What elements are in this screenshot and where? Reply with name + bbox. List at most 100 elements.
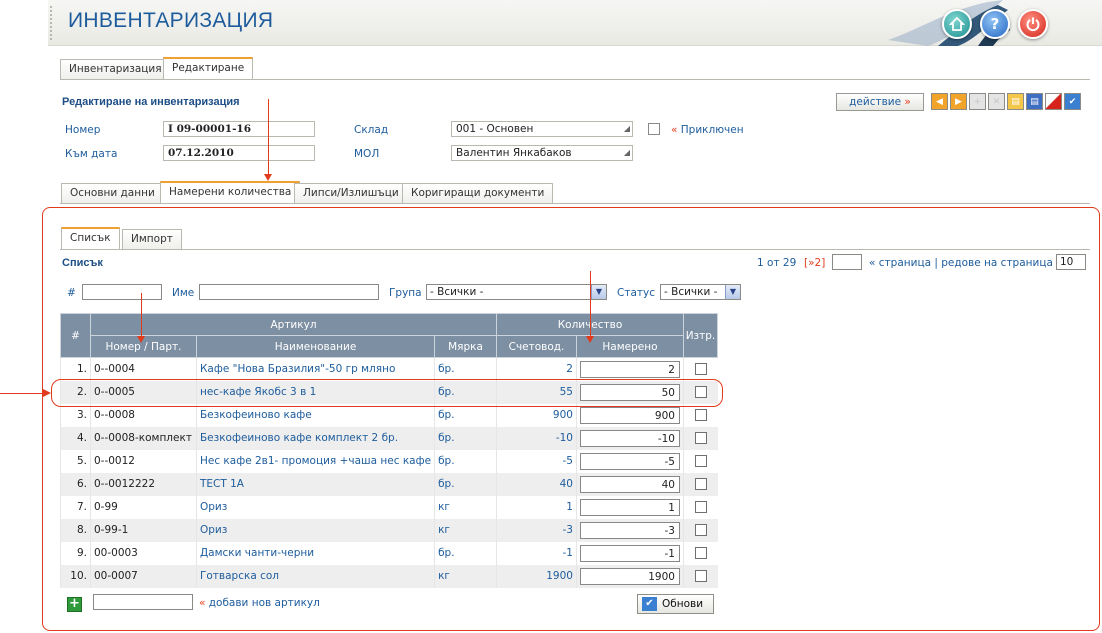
row-index: 9. — [60, 541, 91, 565]
delete-checkbox[interactable] — [694, 455, 707, 467]
number-field[interactable]: I 09-00001-16 — [163, 121, 315, 137]
row-name[interactable]: ТЕСТ 1А — [195, 472, 435, 496]
date-field[interactable]: 07.12.2010 — [163, 145, 315, 161]
tab-correcting-docs[interactable]: Коригиращи документи — [402, 183, 554, 204]
add-article-link[interactable]: « добави нов артикул — [199, 597, 320, 609]
tab-divider — [60, 79, 1090, 80]
row-unit: бр. — [434, 426, 497, 450]
row-delete-cell — [682, 518, 718, 542]
power-button[interactable] — [1018, 9, 1048, 39]
found-quantity-input[interactable]: 1900 — [579, 567, 680, 585]
annotation-arrowhead-number — [137, 336, 145, 343]
row-unit: бр. — [434, 449, 497, 473]
delete-icon[interactable]: ✕ — [988, 93, 1005, 110]
row-index: 5. — [60, 449, 91, 473]
cancel-icon[interactable] — [1045, 93, 1062, 110]
row-unit: кг — [434, 518, 497, 542]
found-quantity-input[interactable]: -1 — [579, 544, 680, 562]
table-row: 5. 0--0012 Нес кафе 2в1- промоция +чаша не… — [60, 449, 718, 473]
found-quantity-input[interactable]: -10 — [579, 429, 680, 447]
closed-link[interactable]: « Приключен — [671, 124, 744, 136]
print-icon[interactable]: ▤ — [1026, 93, 1043, 110]
col-group-article: Артикул — [89, 313, 498, 336]
tab-import[interactable]: Импорт — [122, 229, 182, 250]
table-row: 4. 0--0008-комплект Безкофеиново кафе комп… — [60, 426, 718, 450]
status-select[interactable]: - Всички - ▼ — [660, 284, 741, 300]
tab-edit[interactable]: Редактиране — [163, 57, 254, 80]
delete-checkbox[interactable] — [694, 524, 707, 536]
filter-status-label: Статус — [617, 287, 655, 299]
found-quantity-input[interactable]: 1 — [579, 498, 680, 516]
row-name[interactable]: Дамски чанти-черни — [195, 541, 435, 565]
rows-per-page-input[interactable]: 10 — [1056, 254, 1086, 270]
group-select[interactable]: - Всички - ▼ — [426, 284, 607, 300]
mol-field[interactable]: Валентин Янкабаков ◢ — [451, 145, 633, 161]
page-input[interactable] — [832, 254, 862, 270]
help-icon: ? — [990, 15, 1000, 33]
new-article-input[interactable] — [93, 594, 193, 610]
row-name[interactable]: Нес кафе 2в1- промоция +чаша нес кафе — [195, 449, 435, 473]
warehouse-field[interactable]: 001 - Основен ◢ — [451, 121, 633, 137]
delete-checkbox[interactable] — [694, 570, 707, 582]
tab-inventory[interactable]: Инвентаризация — [60, 59, 171, 80]
pager-next-link[interactable]: [»2] — [804, 257, 825, 269]
filter-name-input[interactable] — [199, 284, 379, 300]
pager-label[interactable]: « страница | редове на страница » — [869, 257, 1063, 269]
prev-button[interactable]: ◀ — [931, 93, 948, 110]
add-icon[interactable]: + — [969, 93, 986, 110]
action-button[interactable]: действие » — [836, 93, 924, 111]
closed-checkbox[interactable] — [648, 123, 660, 135]
row-index: 1. — [60, 357, 91, 381]
found-quantity-input[interactable]: 40 — [579, 475, 680, 493]
found-quantity-input[interactable]: -5 — [579, 452, 680, 470]
row-name[interactable]: Ориз — [195, 518, 435, 542]
found-quantity-input[interactable]: 900 — [579, 406, 680, 424]
col-name[interactable]: Наименование — [195, 335, 436, 358]
row-delete-cell — [682, 495, 718, 519]
delete-checkbox[interactable] — [694, 432, 707, 444]
update-button[interactable]: ✔ Обнови — [637, 594, 714, 614]
tab-list[interactable]: Списък — [61, 227, 120, 250]
home-button[interactable] — [942, 9, 972, 39]
tab-basic-data[interactable]: Основни данни — [61, 183, 164, 204]
row-accounting: 1900 — [496, 564, 577, 588]
warehouse-label: Склад — [354, 124, 389, 136]
save-icon[interactable]: ✔ — [1064, 93, 1081, 110]
row-unit: кг — [434, 564, 497, 588]
annotation-arrow-found — [590, 271, 591, 338]
col-accounting[interactable]: Счетовод. — [496, 335, 577, 358]
col-unit[interactable]: Мярка — [434, 335, 498, 358]
tab-found-quantities[interactable]: Намерени количества — [160, 181, 301, 204]
delete-checkbox[interactable] — [694, 363, 707, 376]
row-accounting: 40 — [496, 472, 577, 496]
date-label: Към дата — [65, 148, 118, 160]
delete-checkbox[interactable] — [694, 478, 707, 490]
delete-checkbox[interactable] — [694, 409, 707, 421]
note-icon[interactable]: ▤ — [1007, 93, 1024, 110]
row-name[interactable]: Кафе "Нова Бразилия"-50 гр мляно — [195, 357, 435, 381]
add-article-icon[interactable]: + — [67, 597, 82, 612]
tab-shortages[interactable]: Липси/Излишъци — [294, 183, 408, 204]
row-highlight-frame — [51, 379, 723, 407]
delete-checkbox[interactable] — [694, 547, 707, 559]
filter-number-input[interactable] — [82, 284, 162, 300]
found-quantity-input[interactable]: 2 — [579, 360, 680, 378]
row-code: 00-0007 — [89, 564, 197, 588]
filter-name-label: Име — [172, 287, 195, 299]
row-index: 10. — [60, 564, 91, 588]
section-title: Редактиране на инвентаризация — [62, 96, 240, 108]
table-row: 6. 0--0012222 ТЕСТ 1А бр. 40 40 — [60, 472, 718, 496]
row-code: 0-99 — [89, 495, 197, 519]
help-button[interactable]: ? — [980, 9, 1010, 39]
row-name[interactable]: Безкофеиново кафе комплект 2 бр. — [195, 426, 435, 450]
next-button[interactable]: ▶ — [950, 93, 967, 110]
row-accounting: 1 — [496, 495, 577, 519]
row-name[interactable]: Ориз — [195, 495, 435, 519]
row-found-cell: -1 — [575, 541, 684, 565]
filter-group-label: Група — [389, 287, 422, 299]
row-name[interactable]: Готварска сол — [195, 564, 435, 588]
found-quantity-input[interactable]: -3 — [579, 521, 680, 539]
listtab-divider — [60, 249, 1090, 250]
mol-label: МОЛ — [354, 148, 380, 160]
delete-checkbox[interactable] — [694, 501, 707, 513]
